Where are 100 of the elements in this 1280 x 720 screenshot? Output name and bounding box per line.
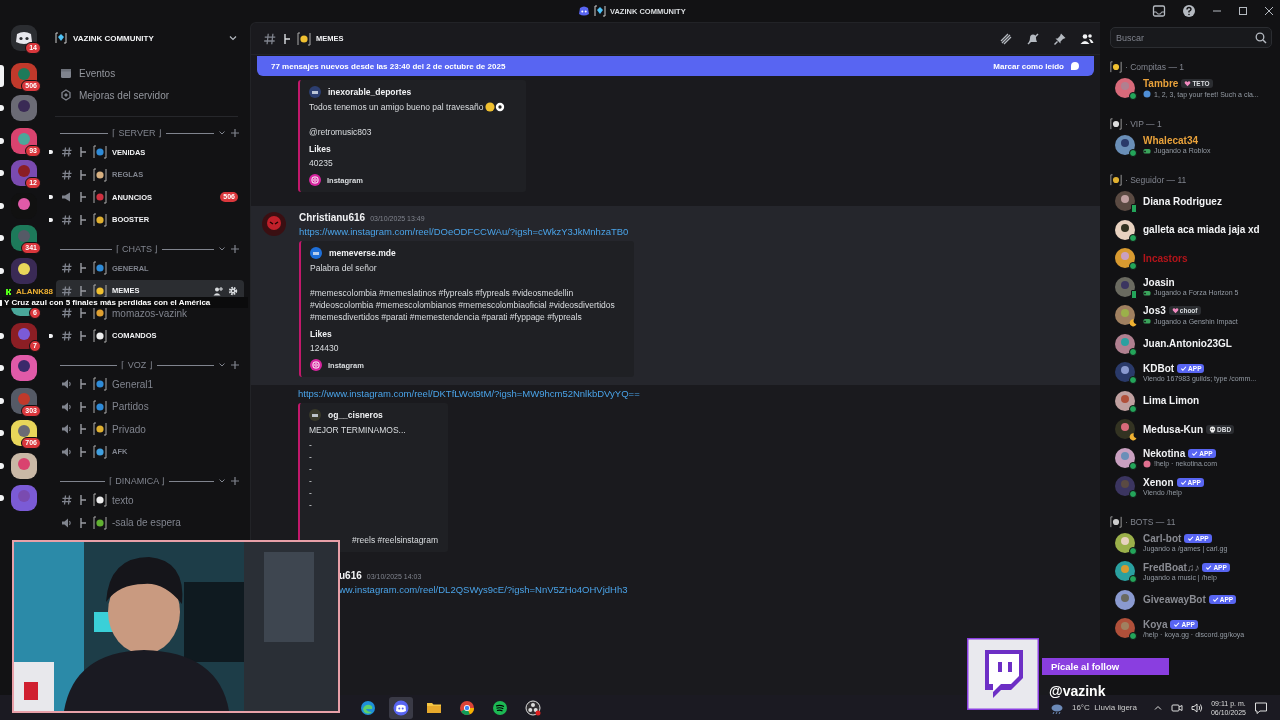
group-title: · Seguidor — 11: [1125, 175, 1187, 185]
member-name[interactable]: Juan.Antonio23GL: [1143, 338, 1232, 350]
camera-icon[interactable]: [1170, 701, 1183, 714]
boost-icon: [60, 89, 72, 101]
embed-author[interactable]: og__cisneros: [328, 410, 383, 420]
settings-icon[interactable]: [228, 285, 238, 296]
chevron-down-icon[interactable]: [228, 33, 238, 43]
message-link[interactable]: ww.instagram.com/reel/DL2QSWys9cE/?igsh=NnV5ZHo4OHVjdHh3: [339, 584, 628, 595]
message-link[interactable]: https://www.instagram.com/reel/DKTfLWot9tM/?igsh=MW9hcm52NnlkbDVyYQ==: [298, 388, 640, 399]
user-avatar: [1115, 419, 1135, 440]
mark-read-link[interactable]: Marcar como leído: [993, 61, 1064, 71]
chevron-down-icon[interactable]: [218, 129, 226, 137]
discord-logo-icon[interactable]: [11, 25, 37, 51]
add-channel-icon[interactable]: [230, 476, 240, 486]
member-name[interactable]: Joasin: [1143, 276, 1175, 288]
emoji-icon: [93, 444, 107, 459]
server-icon[interactable]: [11, 160, 37, 186]
server-icon[interactable]: [11, 225, 37, 251]
username[interactable]: Christianu616: [299, 212, 366, 223]
member-name[interactable]: galleta aca miada jaja xd: [1143, 224, 1260, 236]
maximize-icon[interactable]: [1238, 6, 1248, 16]
selected-indicator: [0, 64, 4, 87]
pin-icon[interactable]: [1053, 31, 1067, 46]
message-link[interactable]: https://www.instagram.com/reel/DOeODFCCWAu/?igsh=cWkzY3JkMnhzaTB0: [299, 226, 629, 237]
member-name[interactable]: Jos3: [1143, 305, 1166, 317]
taskbar-app[interactable]: [389, 696, 413, 719]
member-name[interactable]: KDBot: [1143, 362, 1175, 374]
member-item[interactable]: Juan.Antonio23GL: [1110, 329, 1272, 358]
threads-icon[interactable]: [999, 31, 1013, 46]
sidebar-link[interactable]: Eventos: [49, 62, 244, 84]
heart-icon: [1184, 80, 1192, 88]
chevron-down-icon[interactable]: [218, 477, 226, 485]
notifications-icon[interactable]: [1254, 700, 1268, 715]
bell-muted-icon[interactable]: [1026, 31, 1040, 46]
gamepad-icon: [1143, 317, 1151, 326]
member-name[interactable]: Tambre: [1143, 78, 1179, 90]
sidebar-link[interactable]: Mejoras del servidor: [49, 84, 244, 106]
server-icon[interactable]: [11, 62, 37, 89]
volume-icon[interactable]: [1190, 701, 1203, 714]
member-name[interactable]: Xenon: [1143, 476, 1174, 488]
server-icon[interactable]: [11, 387, 37, 414]
channel-item[interactable]: Partidos: [49, 395, 244, 418]
branch-icon: [78, 446, 88, 457]
branch-icon: [78, 308, 88, 319]
new-messages-banner[interactable]: 77 mensajes nuevos desde las 23:40 del 2 de octubre de 2025 Marcar como leído: [257, 56, 1094, 76]
speaker-icon: [61, 378, 73, 391]
channel-item[interactable]: Privado: [49, 418, 244, 441]
member-item[interactable]: galleta aca miada jaja xd: [1110, 215, 1272, 244]
category-title[interactable]: ⌈ DINAMICA ⌋: [108, 476, 166, 486]
category-title[interactable]: ⌈ SERVER ⌋: [112, 128, 162, 138]
branch-icon: [78, 330, 88, 341]
server-icon[interactable]: [11, 127, 37, 154]
server-icon[interactable]: [11, 420, 37, 446]
hash-icon: [61, 262, 73, 275]
member-item[interactable]: Diana Rodriguez: [1110, 187, 1272, 216]
add-channel-icon[interactable]: [230, 360, 240, 370]
search-field[interactable]: Buscar: [1110, 27, 1272, 48]
gamepad-icon: [1143, 288, 1151, 297]
chevron-down-icon[interactable]: [218, 361, 226, 369]
user-avatar[interactable]: [262, 212, 286, 236]
user-avatar: [1115, 532, 1135, 553]
emoji-icon: [93, 283, 107, 298]
member-name[interactable]: GiveawayBot: [1143, 594, 1206, 606]
speaker-icon: [61, 423, 73, 436]
close-icon[interactable]: [1264, 6, 1274, 16]
add-channel-icon[interactable]: [230, 128, 240, 138]
user-avatar: [1115, 276, 1135, 297]
app-logo-icon: [578, 5, 590, 17]
embed-author[interactable]: inexorable_deportes: [328, 87, 412, 97]
server-icon[interactable]: [11, 452, 37, 479]
embed-author[interactable]: memeverse.mde: [329, 248, 396, 258]
hash-icon: [61, 146, 73, 159]
add-channel-icon[interactable]: [230, 244, 240, 254]
member-name[interactable]: Lima Limon: [1143, 395, 1200, 407]
add-member-icon[interactable]: [213, 285, 223, 296]
inbox-icon[interactable]: [1152, 4, 1166, 18]
member-name[interactable]: Diana Rodriguez: [1143, 195, 1222, 207]
member-name[interactable]: Medusa-Kun: [1143, 423, 1203, 435]
category-title[interactable]: ⌈ CHATS ⌋: [115, 244, 159, 254]
channel-item[interactable]: -sala de espera: [49, 511, 244, 534]
weather-text[interactable]: 16°C Lluvia ligera: [1071, 703, 1137, 712]
server-icon[interactable]: [11, 257, 37, 284]
mark-read-icon[interactable]: [1070, 61, 1080, 71]
channel-item[interactable]: texto: [49, 489, 244, 512]
server-name[interactable]: VAZINK COMMUNITY: [73, 33, 154, 43]
branch-icon: [78, 214, 88, 225]
member-name[interactable]: FredBoat♫♪: [1143, 561, 1200, 573]
chevron-down-icon[interactable]: [218, 245, 226, 253]
help-icon[interactable]: [1182, 4, 1196, 18]
channel-item[interactable]: General1: [49, 373, 244, 396]
member-name[interactable]: Koya: [1143, 618, 1168, 630]
user-avatar: [1115, 589, 1135, 610]
members-icon[interactable]: [1080, 31, 1094, 46]
member-item[interactable]: Lima Limon: [1110, 386, 1272, 415]
category-title[interactable]: ⌈ VOZ ⌋: [121, 360, 153, 370]
username[interactable]: u616: [339, 570, 362, 581]
member-name[interactable]: Carl-bot: [1143, 533, 1182, 545]
group-title: · VIP — 1: [1125, 118, 1162, 129]
member-name[interactable]: Whalecat34: [1143, 134, 1199, 146]
member-name[interactable]: Nekotina: [1143, 447, 1186, 459]
